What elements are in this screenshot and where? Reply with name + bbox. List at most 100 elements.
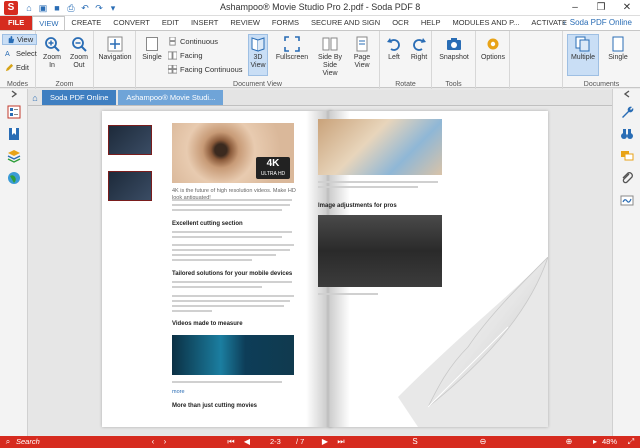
tab-review[interactable]: REVIEW: [224, 16, 266, 30]
fullscreen-icon: [284, 36, 300, 52]
page-total: / 7: [296, 437, 305, 446]
doc-tab-ashampoo[interactable]: Ashampoo® Movie Studi...: [118, 90, 224, 105]
layers-icon[interactable]: [7, 149, 21, 163]
minimize-button[interactable]: –: [562, 0, 588, 16]
first-page-icon[interactable]: ⏮: [226, 437, 236, 447]
multiple-documents-button[interactable]: Multiple: [567, 34, 599, 76]
folder-icon[interactable]: ▣: [38, 3, 48, 13]
undo-icon[interactable]: ↶: [80, 3, 90, 13]
page-view-button[interactable]: Page View: [348, 35, 376, 70]
page-left: 4K ULTRA HD 4K is the future of high reso…: [102, 111, 332, 427]
globe-icon[interactable]: [7, 171, 21, 185]
page-number-field[interactable]: 2-3: [270, 437, 281, 446]
expand-panel-icon[interactable]: [7, 89, 21, 99]
soda-pdf-online-link[interactable]: ‹ Soda PDF Online: [563, 16, 632, 30]
soda-pdf-window: S ⌂ ▣ ■ ⎙ ↶ ↷ ▾ Ashampoo® Movie Studio P…: [0, 0, 640, 448]
signature-icon[interactable]: [620, 193, 634, 207]
zoom-level[interactable]: 48%: [602, 437, 617, 446]
wrench-icon[interactable]: [620, 105, 634, 119]
3d-view-button[interactable]: 3D View: [248, 34, 268, 76]
tab-forms[interactable]: FORMS: [266, 16, 305, 30]
tab-convert[interactable]: CONVERT: [107, 16, 156, 30]
more-link[interactable]: more: [172, 389, 185, 395]
edit-mode-button[interactable]: Edit: [2, 62, 32, 73]
pencil-icon: [5, 63, 14, 72]
app-logo-icon[interactable]: S: [4, 0, 18, 15]
tab-secure-and-sign[interactable]: SECURE AND SIGN: [305, 16, 386, 30]
search-icon[interactable]: ⌕: [3, 437, 13, 447]
print-icon[interactable]: ⎙: [66, 3, 76, 13]
attachment-icon[interactable]: [620, 171, 634, 185]
fit-page-icon[interactable]: ⤢: [626, 437, 636, 447]
text-line: [172, 259, 252, 261]
bookmarks-icon[interactable]: [7, 127, 21, 141]
text-line: [172, 231, 292, 233]
section-heading: Videos made to measure: [172, 321, 243, 327]
last-page-icon[interactable]: ⏭: [336, 437, 346, 447]
window-controls: – ❐ ✕: [562, 0, 640, 16]
collapse-ribbon-icon[interactable]: ‹: [563, 16, 566, 30]
previous-page-icon[interactable]: ◀: [242, 437, 252, 447]
document-viewer[interactable]: 4K ULTRA HD 4K is the future of high reso…: [28, 107, 612, 435]
continuous-icon: [169, 37, 176, 46]
zoom-label: Zoom: [55, 81, 74, 88]
window-title: Ashampoo® Movie Studio Pro 2.pdf - Soda …: [220, 2, 421, 12]
text-line: [172, 295, 294, 297]
text-line: [172, 199, 292, 201]
view-mode-button[interactable]: View: [2, 34, 38, 45]
tab-insert[interactable]: INSERT: [185, 16, 224, 30]
thumbnails-icon[interactable]: [7, 105, 21, 119]
rotate-right-button[interactable]: Right: [408, 35, 430, 62]
zoom-group: Zoom In Zoom Out Zoom: [36, 31, 94, 89]
save-icon[interactable]: ■: [52, 3, 62, 13]
dropdown-icon[interactable]: ▾: [108, 3, 118, 13]
fullscreen-button[interactable]: Fullscreen: [274, 35, 310, 62]
modes-group: View A Select Edit Modes: [0, 31, 38, 89]
rotate-left-icon: [387, 38, 400, 51]
tab-edit[interactable]: EDIT: [156, 16, 185, 30]
close-button[interactable]: ✕: [614, 0, 640, 16]
tab-modules[interactable]: MODULES AND P...: [446, 16, 525, 30]
navigation-group: Navigation: [94, 31, 136, 89]
navigation-button[interactable]: Navigation: [96, 35, 134, 62]
zoom-in-status-icon[interactable]: ⊕: [564, 437, 574, 447]
tab-ocr[interactable]: OCR: [386, 16, 415, 30]
tab-file[interactable]: FILE: [0, 16, 33, 30]
zoom-menu-icon[interactable]: ▸: [590, 437, 600, 447]
redo-icon[interactable]: ↷: [94, 3, 104, 13]
single-document-button[interactable]: Single: [603, 35, 633, 62]
home-icon[interactable]: ⌂: [24, 3, 34, 13]
side-by-side-button[interactable]: Side By Side View: [316, 35, 344, 78]
tab-help[interactable]: HELP: [415, 16, 447, 30]
continuous-button[interactable]: Continuous: [168, 37, 218, 46]
facing-button[interactable]: Facing: [168, 51, 203, 60]
text-line: [172, 249, 290, 251]
section-heading: More than just cutting movies: [172, 403, 258, 409]
zoom-out-button[interactable]: Zoom Out: [66, 35, 92, 70]
4k-badge: 4K ULTRA HD: [256, 157, 290, 179]
comments-icon[interactable]: [620, 149, 634, 163]
doc-tab-soda-online[interactable]: Soda PDF Online: [42, 90, 117, 105]
collapse-panel-icon[interactable]: [620, 89, 634, 99]
single-page-button[interactable]: Single: [140, 35, 164, 62]
tab-view[interactable]: VIEW: [32, 16, 66, 30]
zoom-in-button[interactable]: Zoom In: [40, 35, 64, 70]
search-field[interactable]: Search: [16, 437, 40, 446]
page-curl[interactable]: [358, 257, 548, 427]
tab-create[interactable]: CREATE: [65, 16, 107, 30]
select-mode-button[interactable]: A Select: [2, 48, 40, 59]
maximize-button[interactable]: ❐: [588, 0, 614, 16]
snapshot-button[interactable]: Snapshot: [434, 35, 474, 62]
home-tab-icon[interactable]: ⌂: [28, 90, 42, 105]
quick-access-toolbar: ⌂ ▣ ■ ⎙ ↶ ↷ ▾: [24, 3, 118, 13]
side-by-side-icon: [322, 37, 338, 51]
previous-search-icon[interactable]: ‹: [148, 437, 158, 447]
rotate-left-button[interactable]: Left: [384, 35, 404, 62]
next-search-icon[interactable]: ›: [160, 437, 170, 447]
facing-continuous-button[interactable]: Facing Continuous: [168, 65, 243, 74]
eye-4k-image: 4K ULTRA HD: [172, 123, 294, 183]
zoom-out-status-icon[interactable]: ⊖: [478, 437, 488, 447]
next-page-icon[interactable]: ▶: [320, 437, 330, 447]
options-button[interactable]: Options: [478, 35, 508, 62]
binoculars-icon[interactable]: [620, 127, 634, 141]
